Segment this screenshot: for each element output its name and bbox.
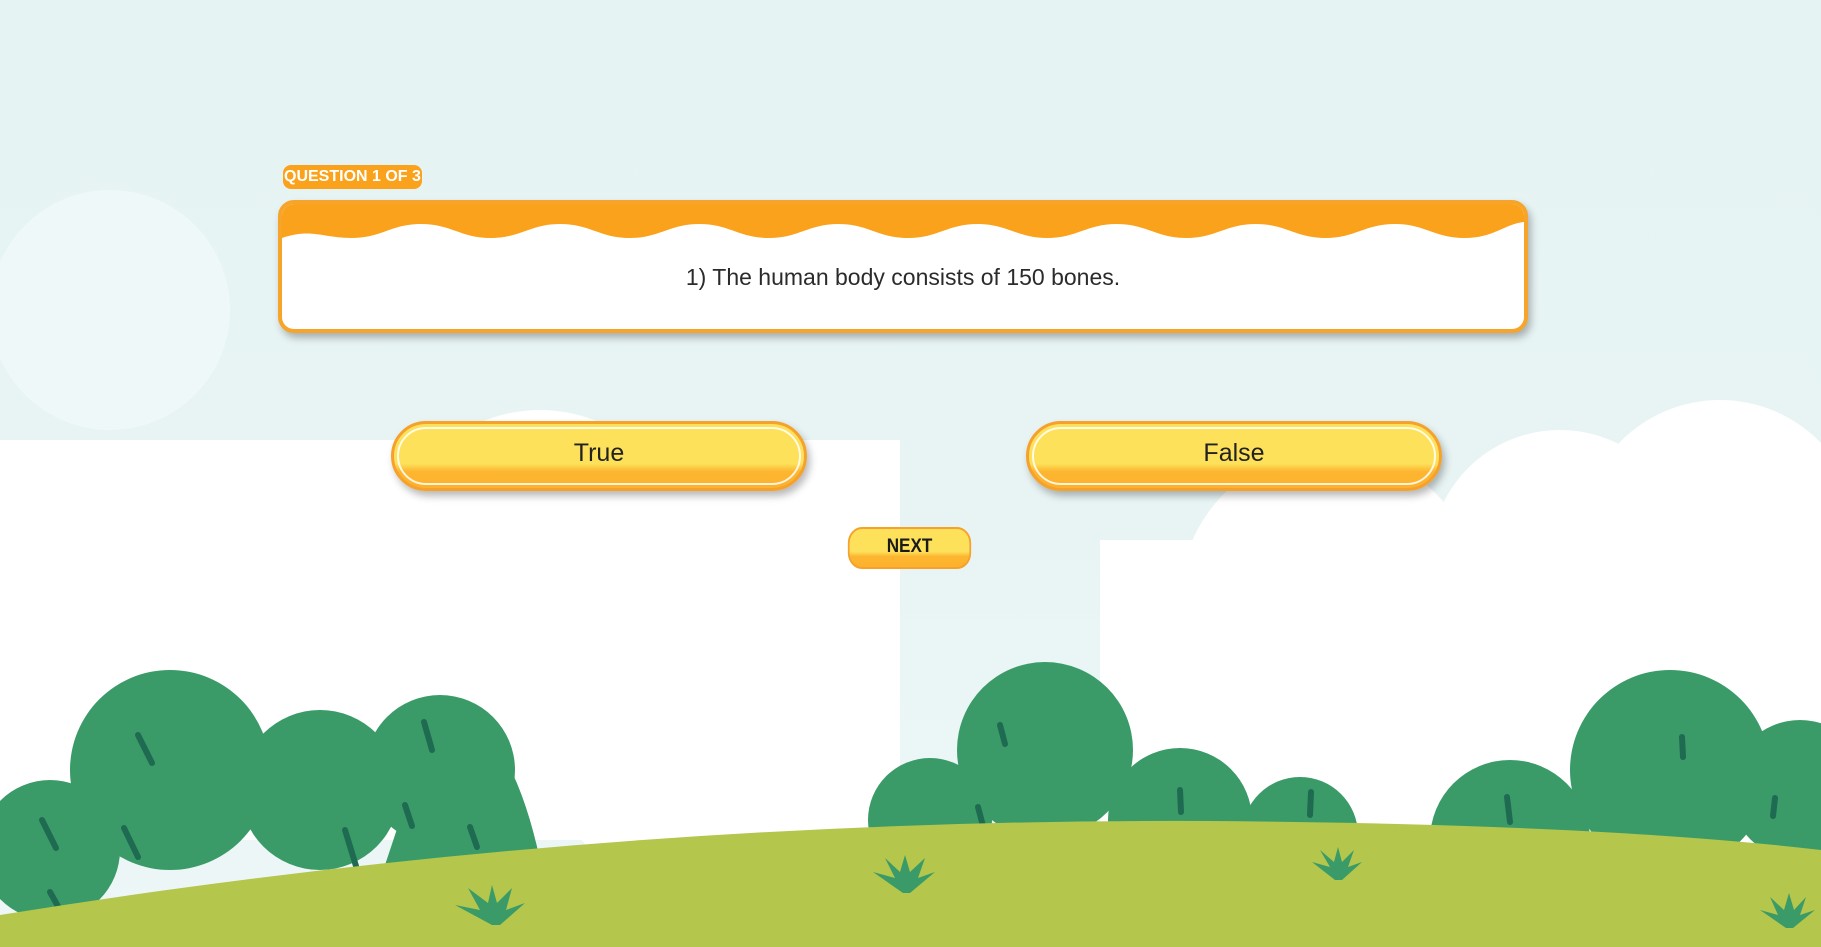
answer-true-button[interactable]: True bbox=[391, 421, 807, 491]
wave-decoration bbox=[282, 204, 1524, 238]
answer-false-label: False bbox=[1203, 438, 1265, 467]
background-scene bbox=[0, 190, 1821, 947]
next-button-label: NEXT bbox=[886, 536, 933, 557]
question-text: 1) The human body consists of 150 bones. bbox=[685, 264, 1121, 290]
question-card: 1) The human body consists of 150 bones. bbox=[278, 200, 1528, 333]
question-counter-badge: QUESTION 1 OF 3 bbox=[283, 165, 422, 189]
answer-true-label: True bbox=[573, 438, 625, 467]
next-button[interactable]: NEXT bbox=[847, 527, 972, 569]
answer-false-button[interactable]: False bbox=[1026, 421, 1442, 491]
